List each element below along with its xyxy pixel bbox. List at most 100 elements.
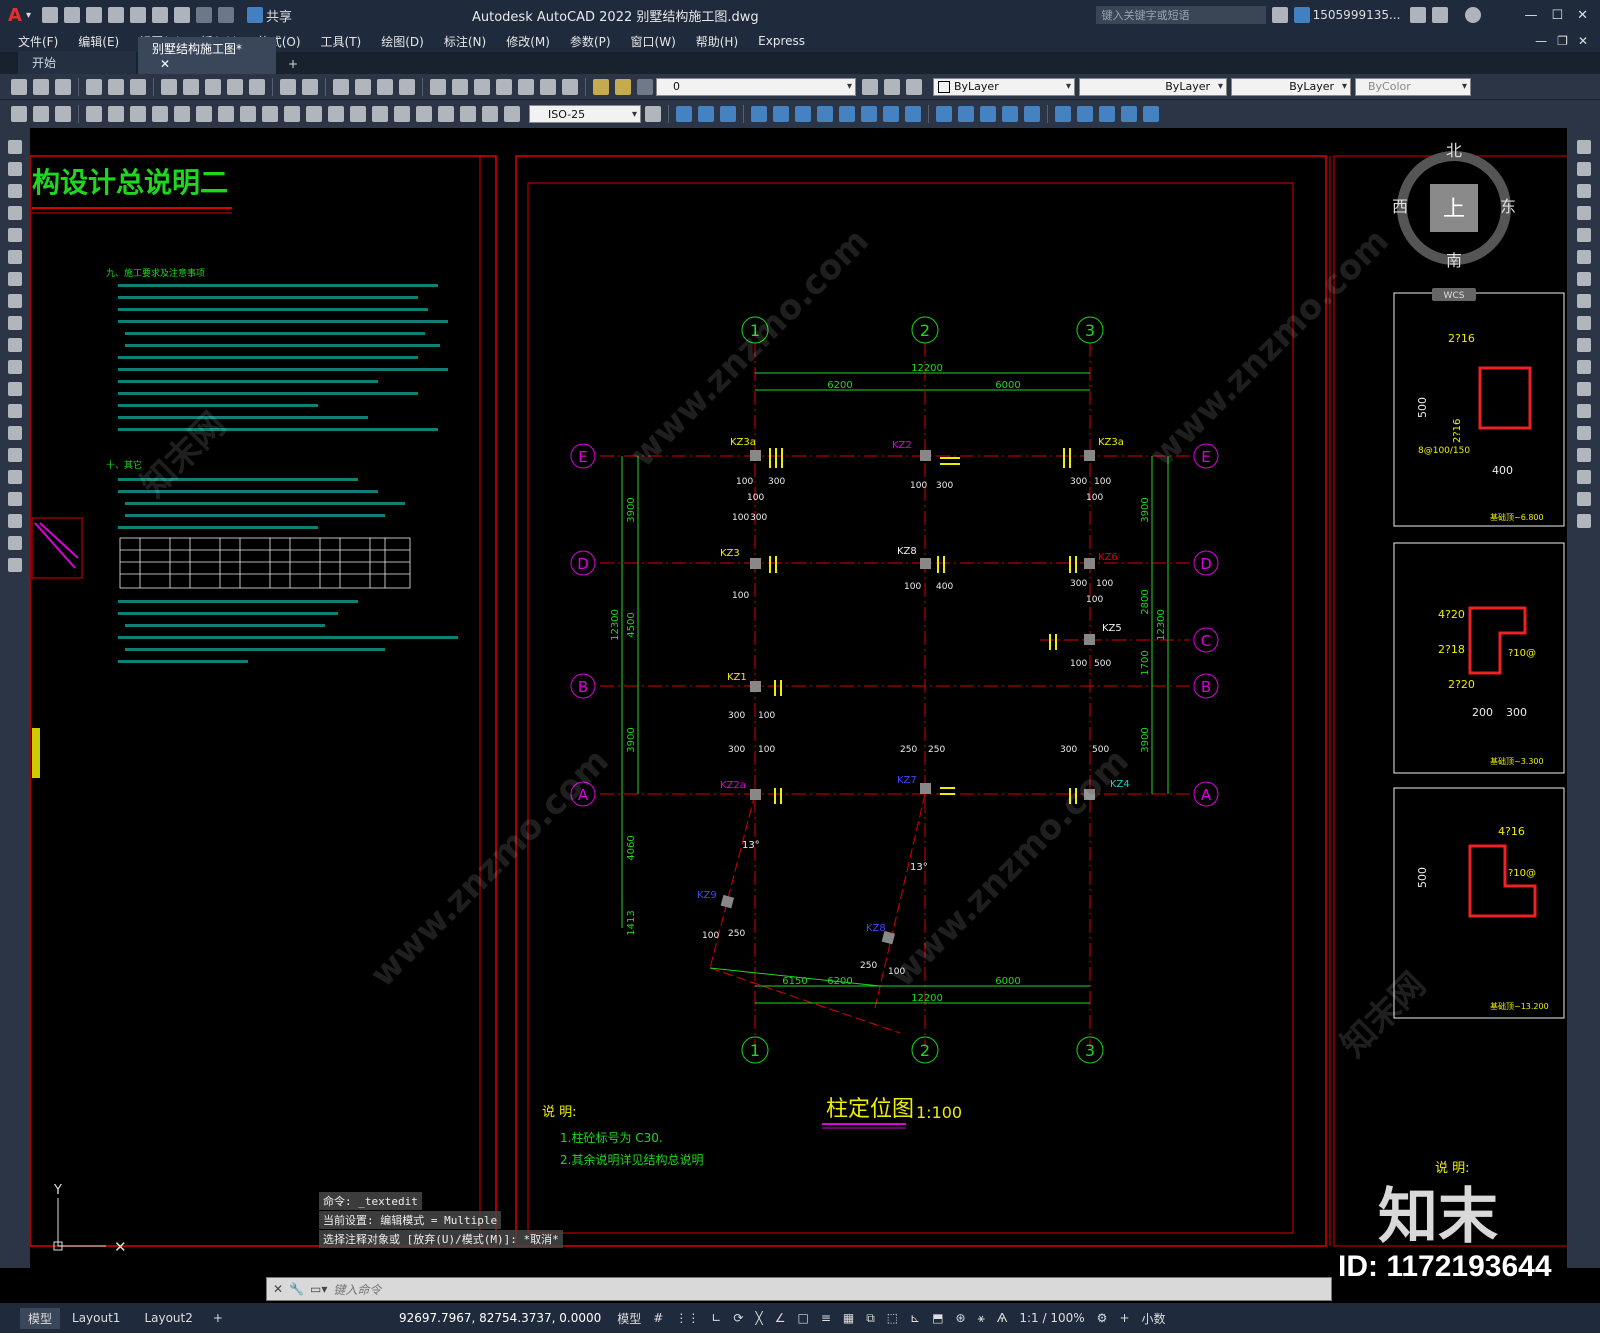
open-icon[interactable] xyxy=(33,78,49,95)
dim-text-edit-icon[interactable] xyxy=(482,106,498,122)
continue-dim-icon[interactable] xyxy=(306,106,322,122)
open-file-icon[interactable] xyxy=(63,7,80,23)
quick-dim-icon[interactable] xyxy=(262,106,278,122)
array-icon[interactable] xyxy=(773,106,789,122)
fillet-icon[interactable] xyxy=(1002,106,1018,122)
search-icon[interactable] xyxy=(1271,7,1288,23)
match-properties-icon[interactable] xyxy=(227,78,243,95)
break-icon[interactable] xyxy=(936,106,952,122)
share-icon[interactable] xyxy=(246,7,263,23)
viewcube[interactable]: 上 北 南 东 西 WCS xyxy=(1392,141,1516,301)
close-command-icon[interactable]: ✕ xyxy=(273,1282,283,1296)
doc-minimize-button[interactable]: — xyxy=(1535,34,1547,48)
r-stretch-icon[interactable] xyxy=(1576,316,1591,330)
design-center-icon[interactable] xyxy=(452,78,468,95)
menu-parametric[interactable]: 参数(P) xyxy=(560,33,621,50)
dim-space-icon[interactable] xyxy=(328,106,344,122)
customize-icon[interactable]: 🔧 xyxy=(289,1282,304,1296)
undo-tb-icon[interactable] xyxy=(280,78,296,95)
copy-icon[interactable] xyxy=(183,78,199,95)
add-selected-icon[interactable] xyxy=(8,558,22,572)
hatch-to-back-icon[interactable] xyxy=(1143,106,1159,122)
jogged-dim-icon[interactable] xyxy=(196,106,212,122)
command-prompt-icon[interactable]: ▭▾ xyxy=(310,1282,327,1296)
plot-tb-icon[interactable] xyxy=(86,78,102,95)
r-blend-icon[interactable] xyxy=(1576,492,1591,506)
doc-close-button[interactable]: ✕ xyxy=(1578,34,1588,48)
baseline-dim-icon[interactable] xyxy=(284,106,300,122)
arc-length-icon[interactable] xyxy=(130,106,146,122)
drawing-canvas[interactable]: 构设计总说明二 九、施工要求及注意事项 十、其它 1 2 3 1 2 3 E D… xyxy=(30,128,1567,1268)
wcs-menu[interactable]: WCS xyxy=(1444,291,1465,301)
rectangle-icon[interactable] xyxy=(8,228,22,242)
maximize-button[interactable]: ☐ xyxy=(1551,8,1563,23)
markup-icon[interactable] xyxy=(518,78,534,95)
tab-drawing[interactable]: 别墅结构施工图* ✕ xyxy=(138,37,276,74)
radius-dim-icon[interactable] xyxy=(174,106,190,122)
print-icon[interactable] xyxy=(173,7,190,23)
offset-icon[interactable] xyxy=(751,106,767,122)
r-fillet-icon[interactable] xyxy=(1576,470,1591,484)
ellipse-icon[interactable] xyxy=(8,338,22,352)
paste-icon[interactable] xyxy=(205,78,221,95)
dim-break-icon[interactable] xyxy=(350,106,366,122)
block-editor-icon[interactable] xyxy=(249,78,265,95)
r-chamfer-icon[interactable] xyxy=(1576,448,1591,462)
r-copy-icon[interactable] xyxy=(1576,162,1591,176)
cut-icon[interactable] xyxy=(161,78,177,95)
jogged-linear-icon[interactable] xyxy=(438,106,454,122)
viewcube-south[interactable]: 南 xyxy=(1446,251,1462,270)
dynamic-ucs-icon[interactable]: ⊾ xyxy=(904,1311,926,1325)
ortho-icon[interactable]: ∟ xyxy=(705,1311,727,1325)
area-icon[interactable] xyxy=(55,106,71,122)
mirror-icon[interactable] xyxy=(720,106,736,122)
save-tb-icon[interactable] xyxy=(55,78,71,95)
doc-restore-button[interactable]: ❐ xyxy=(1557,34,1568,48)
menu-dimension[interactable]: 标注(N) xyxy=(434,33,496,50)
polyline-icon[interactable] xyxy=(8,184,22,198)
coordinates-readout[interactable]: 92697.7967, 82754.3737, 0.0000 xyxy=(399,1311,601,1325)
qnew-icon[interactable] xyxy=(11,78,27,95)
insert-block-icon[interactable] xyxy=(8,382,22,396)
linetype-dropdown[interactable]: ByLayer xyxy=(1079,77,1227,96)
text-to-front-icon[interactable] xyxy=(1121,106,1137,122)
lineweight-dropdown[interactable]: ByLayer xyxy=(1231,77,1351,96)
erase-icon[interactable] xyxy=(676,106,692,122)
annotation-visibility-icon[interactable]: ⚹ xyxy=(972,1311,991,1326)
save-icon[interactable] xyxy=(85,7,102,23)
move-icon[interactable] xyxy=(795,106,811,122)
menu-draw[interactable]: 绘图(D) xyxy=(371,33,434,50)
autocad-logo-icon[interactable]: A xyxy=(8,5,22,26)
menu-file[interactable]: 文件(F) xyxy=(8,33,68,50)
3d-osnap-icon[interactable]: ⬚ xyxy=(881,1311,904,1325)
menu-express[interactable]: Express xyxy=(748,34,815,48)
table-icon[interactable] xyxy=(8,514,22,528)
zoom-window-icon[interactable] xyxy=(377,78,393,95)
layer-lock-icon[interactable] xyxy=(637,78,653,95)
menu-modify[interactable]: 修改(M) xyxy=(496,33,560,50)
selection-filter-icon[interactable]: ⬒ xyxy=(926,1311,949,1325)
viewcube-east[interactable]: 东 xyxy=(1500,197,1516,216)
calculator-icon[interactable] xyxy=(540,78,556,95)
zoom-realtime-icon[interactable] xyxy=(355,78,371,95)
annotation-monitor-icon[interactable]: + xyxy=(1113,1311,1135,1325)
isodraft-icon[interactable]: ╳ xyxy=(749,1311,768,1325)
autodesk-a360-icon[interactable] xyxy=(1432,7,1449,23)
qleader-icon[interactable] xyxy=(11,106,27,122)
redo-tb-icon[interactable] xyxy=(302,78,318,95)
model-space-button[interactable]: 模型 xyxy=(611,1310,647,1327)
draworder-front-icon[interactable] xyxy=(1077,106,1093,122)
mtext-icon[interactable] xyxy=(8,536,22,550)
measure-icon[interactable] xyxy=(33,106,49,122)
r-trim-icon[interactable] xyxy=(1576,338,1591,352)
undo-icon[interactable] xyxy=(195,7,212,23)
r-mirror-icon[interactable] xyxy=(1576,184,1591,198)
annotation-scale[interactable]: 1:1 / 100% xyxy=(1013,1311,1090,1325)
linear-dim-icon[interactable] xyxy=(86,106,102,122)
r-break-point-icon[interactable] xyxy=(1576,382,1591,396)
r-break-icon[interactable] xyxy=(1576,404,1591,418)
preview-icon[interactable] xyxy=(108,78,124,95)
user-name[interactable]: 1505999135... xyxy=(1313,8,1401,22)
close-button[interactable]: ✕ xyxy=(1577,8,1588,23)
tool-palettes-icon[interactable] xyxy=(474,78,490,95)
